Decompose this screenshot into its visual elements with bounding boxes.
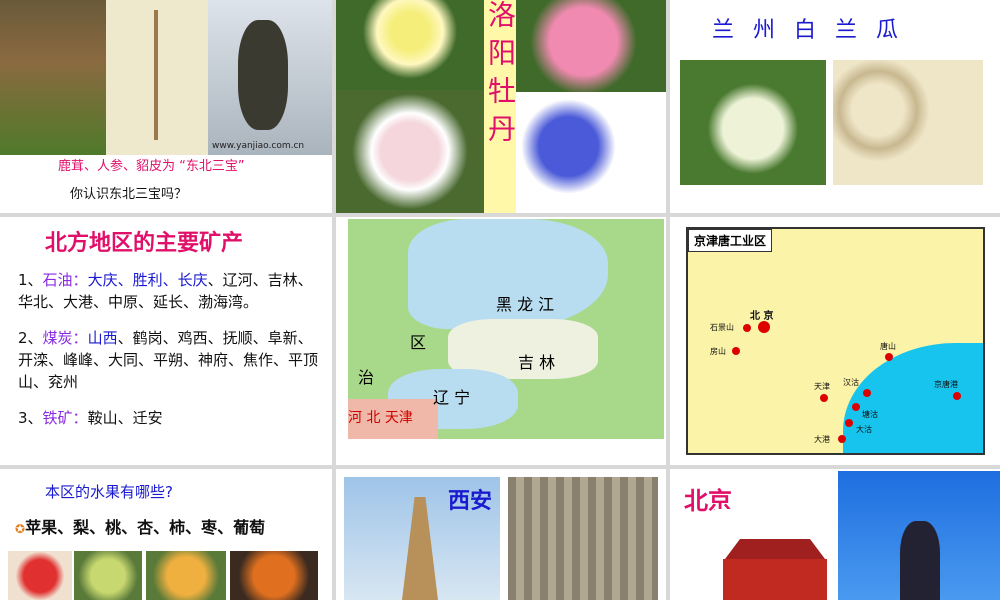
terracotta-warriors-photo xyxy=(508,477,658,600)
question: 你认识东北三宝吗？ xyxy=(70,187,188,202)
city-fangshan: 房山 xyxy=(710,347,726,356)
panel-northeast-treasures: www.yanjiao.com.cn 鹿茸、人参、貂皮为 “东北三宝” 你认识东… xyxy=(0,0,332,213)
pink-peony-photo xyxy=(516,0,666,92)
apple-photo xyxy=(8,551,72,600)
title: 北方地区的主要矿产 xyxy=(45,231,244,256)
melon-photo xyxy=(680,60,826,185)
panel-beijing: 北京 xyxy=(670,469,1000,600)
city-shijingshan: 石景山 xyxy=(710,323,734,332)
question: 本区的水果有哪些? xyxy=(45,483,173,501)
panel-jingjintang: 京津唐工业区 北 京 石景山 房山 唐山 天津 汉沽 塘沽 大沽 大港 京唐港 xyxy=(670,217,1000,465)
big-wild-goose-pagoda-photo: 西安 xyxy=(344,477,500,600)
industrial-map: 京津唐工业区 北 京 石景山 房山 唐山 天津 汉沽 塘沽 大沽 大港 京唐港 xyxy=(686,227,985,455)
northeast-map: 黑 龙 江 吉 林 辽 宁 区 治 河 北 天津 xyxy=(348,219,664,439)
city-hangu: 汉沽 xyxy=(843,378,859,387)
caption: 鹿茸、人参、貂皮为 “东北三宝” xyxy=(58,159,245,174)
label-liaoning: 辽 宁 xyxy=(433,388,471,407)
title: 兰 州 白 兰 瓜 xyxy=(712,18,904,43)
panel-luoyang-peony: 洛阳牡丹 xyxy=(336,0,666,213)
city-dagang: 大港 xyxy=(814,435,830,444)
fruit-list: ✪苹果、梨、桃、杏、柿、枣、葡萄 xyxy=(15,518,266,537)
tiananmen-photo xyxy=(715,509,835,600)
title: 西安 xyxy=(447,489,492,514)
watermark: www.yanjiao.com.cn xyxy=(212,141,305,151)
label-jilin: 吉 林 xyxy=(518,353,556,372)
ginseng-photo xyxy=(106,0,208,155)
label-hebei: 河 北 天津 xyxy=(348,410,413,426)
city-beijing: 北 京 xyxy=(750,311,774,322)
iron-item: 3、铁矿：鞍山、迁安 xyxy=(18,409,163,427)
label-zhi: 治 xyxy=(358,368,375,387)
panel-lanzhou-melon: 兰 州 白 兰 瓜 xyxy=(670,0,1000,213)
city-tianjin: 天津 xyxy=(814,382,830,391)
bullet-icon: ✪ xyxy=(15,522,26,536)
white-peony-photo xyxy=(336,90,484,213)
apricot-photo xyxy=(146,551,226,600)
panel-minerals: 北方地区的主要矿产 1、石油：大庆、胜利、长庆、辽河、吉林、华北、大港、中原、延… xyxy=(0,217,332,465)
mink-photo: www.yanjiao.com.cn xyxy=(208,0,332,155)
title: 洛阳牡丹 xyxy=(484,0,516,152)
yellow-peony-photo xyxy=(336,0,484,90)
city-dagu: 大沽 xyxy=(856,425,872,434)
city-tangshan: 唐山 xyxy=(880,342,896,351)
deer-photo xyxy=(0,0,106,155)
blue-peony-photo xyxy=(516,92,666,213)
city-jingtanggang: 京唐港 xyxy=(934,380,958,389)
label-heilongjiang: 黑 龙 江 xyxy=(496,295,555,314)
panel-northeast-map: 黑 龙 江 吉 林 辽 宁 区 治 河 北 天津 xyxy=(336,217,666,465)
city-tanggu: 塘沽 xyxy=(862,410,878,419)
tower-photo xyxy=(838,471,1000,600)
label-qu: 区 xyxy=(410,333,427,352)
panel-fruits: 本区的水果有哪些? ✪苹果、梨、桃、杏、柿、枣、葡萄 xyxy=(0,469,332,600)
pear-photo xyxy=(74,551,142,600)
persimmon-photo xyxy=(230,551,318,600)
oil-item: 1、石油：大庆、胜利、长庆、辽河、吉林、华北、大港、中原、延长、渤海湾。 xyxy=(18,271,313,311)
map-title: 京津唐工业区 xyxy=(688,229,773,252)
coal-item: 2、煤炭：山西、鹤岗、鸡西、抚顺、阜新、开滦、峰峰、大同、平朔、神府、焦作、平顶… xyxy=(18,329,319,391)
title-strip: 洛阳牡丹 xyxy=(484,0,516,213)
melons-pile-photo xyxy=(833,60,983,185)
panel-xian: 西安 xyxy=(336,469,666,600)
